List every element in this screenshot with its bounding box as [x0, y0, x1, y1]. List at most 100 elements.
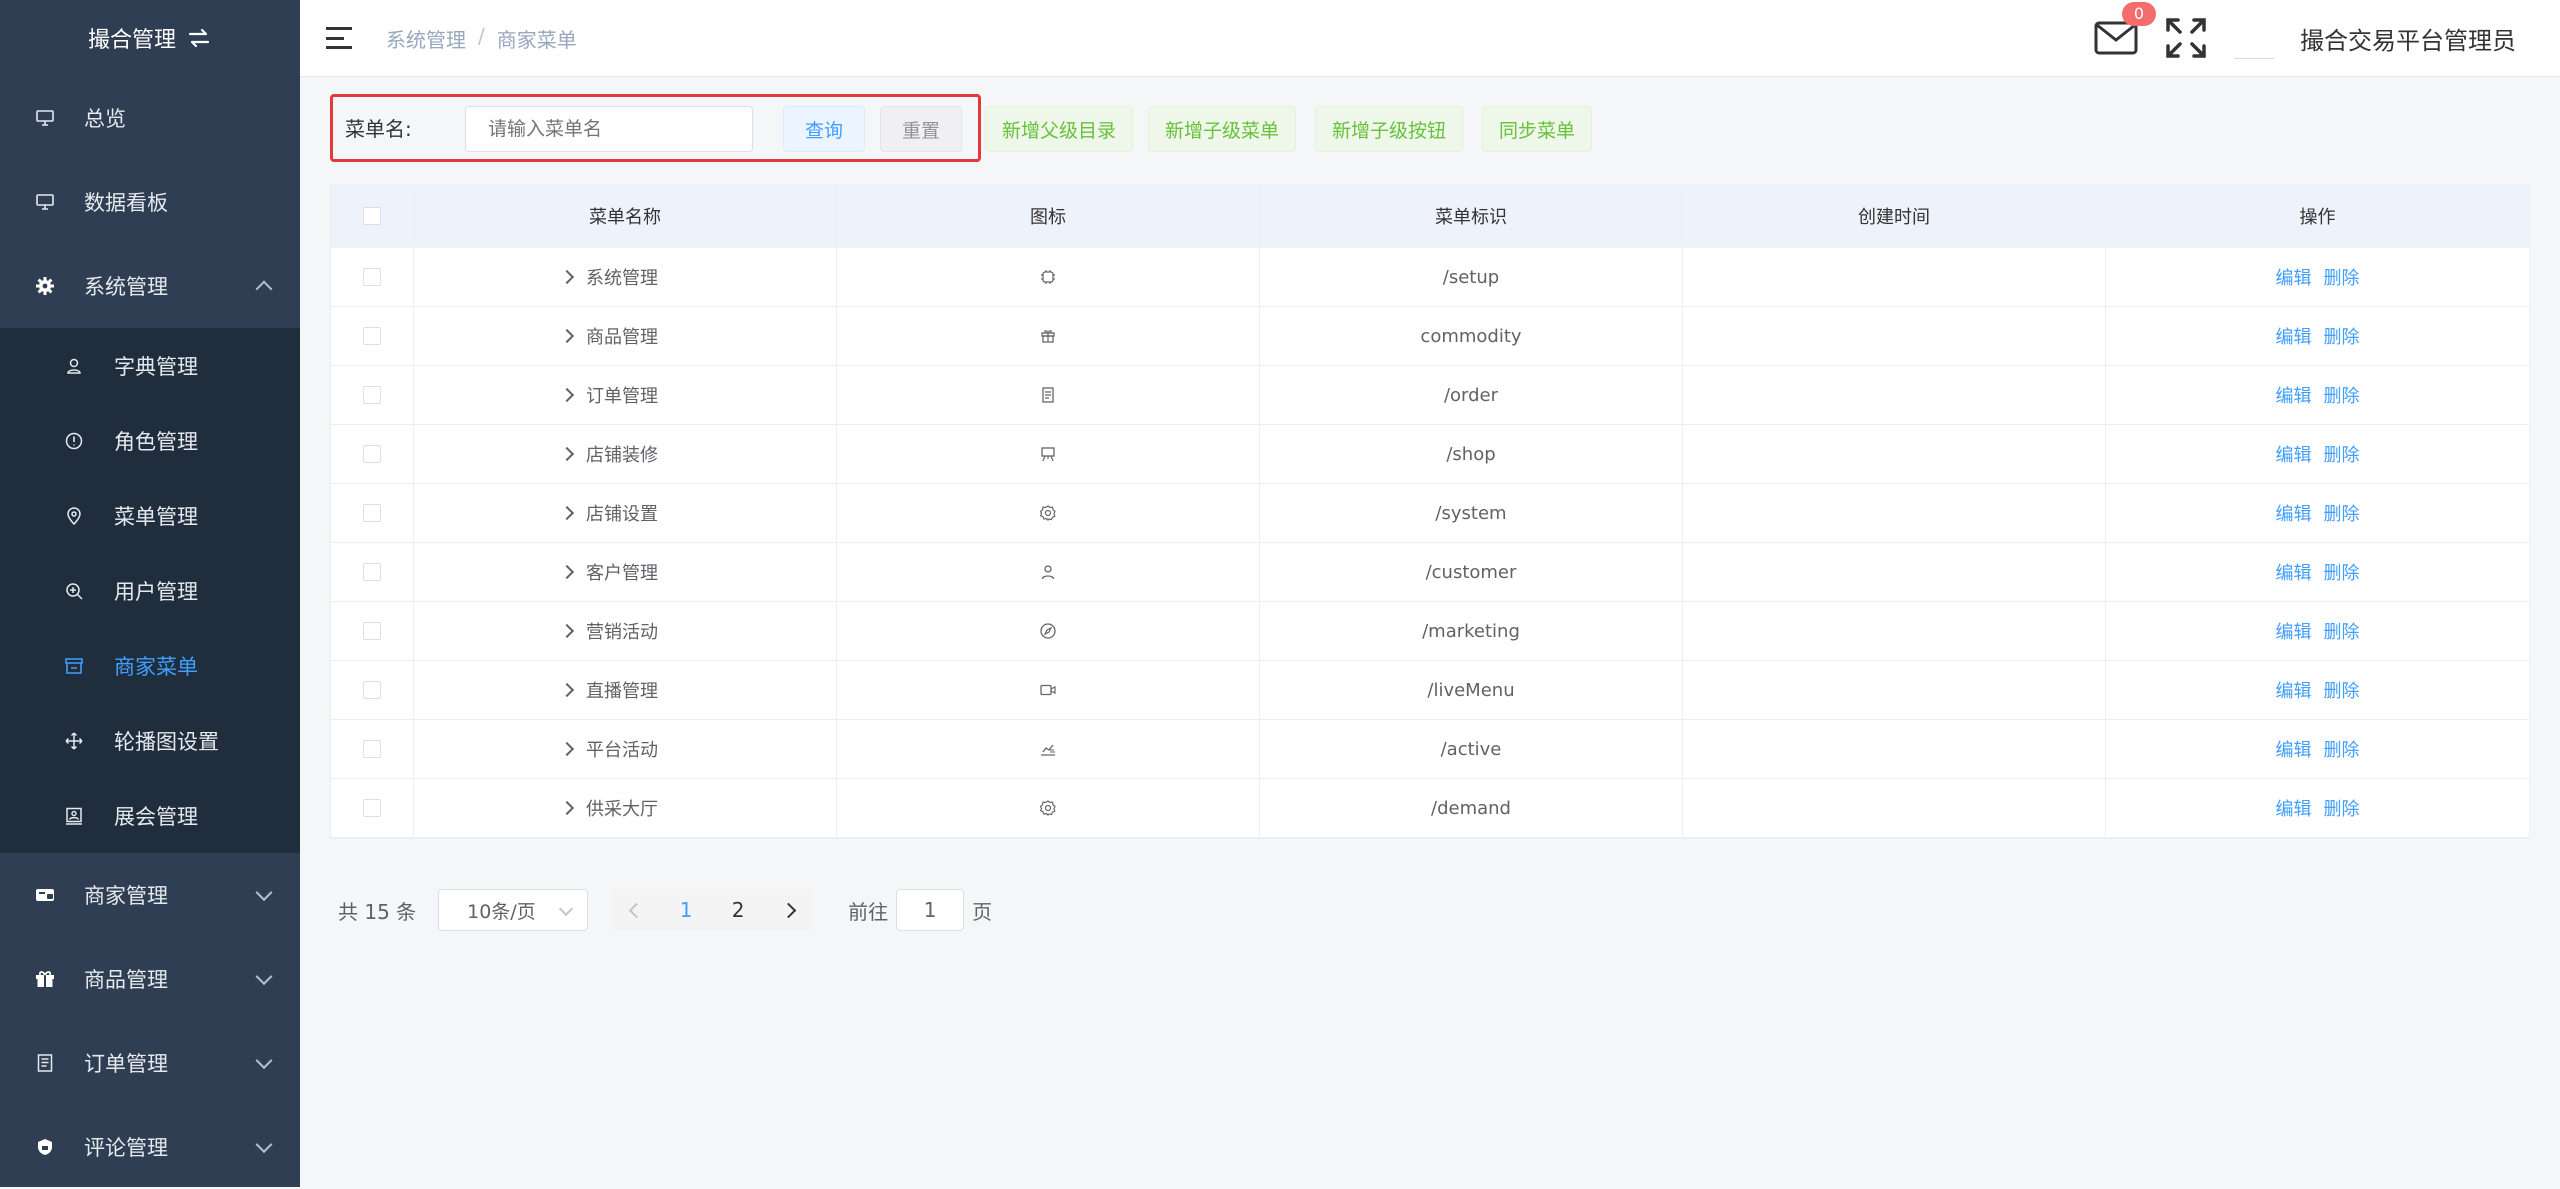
menu-toggle-icon[interactable]	[326, 27, 352, 49]
page-number-2[interactable]: 2	[712, 889, 765, 931]
edit-link[interactable]: 编辑	[2276, 736, 2312, 762]
expand-chevron-icon[interactable]	[559, 505, 575, 521]
row-checkbox[interactable]	[363, 563, 381, 581]
row-select-cell	[331, 602, 414, 660]
delete-link[interactable]: 删除	[2324, 382, 2360, 408]
edit-link[interactable]: 编辑	[2276, 323, 2312, 349]
sidebar-item-merchant-menu[interactable]: 商家菜单	[0, 628, 300, 703]
row-checkbox[interactable]	[363, 740, 381, 758]
created-time-cell	[1683, 602, 2106, 660]
edit-link[interactable]: 编辑	[2276, 795, 2312, 821]
breadcrumb: 系统管理 / 商家菜单	[386, 24, 577, 53]
menu-name-input[interactable]	[465, 106, 753, 152]
add-parent-directory-button[interactable]: 新增父级目录	[985, 106, 1134, 152]
edit-link[interactable]: 编辑	[2276, 382, 2312, 408]
mail-button[interactable]: 0	[2094, 2, 2156, 56]
delete-link[interactable]: 删除	[2324, 559, 2360, 585]
delete-link[interactable]: 删除	[2324, 795, 2360, 821]
edit-link[interactable]: 编辑	[2276, 500, 2312, 526]
page-size-select[interactable]: 10条/页	[438, 889, 589, 931]
reset-button[interactable]: 重置	[880, 106, 962, 152]
sidebar-item-reviews[interactable]: 评论管理	[0, 1105, 300, 1189]
delete-link[interactable]: 删除	[2324, 264, 2360, 290]
delete-link[interactable]: 删除	[2324, 323, 2360, 349]
sync-menu-button[interactable]: 同步菜单	[1482, 106, 1593, 152]
expand-chevron-icon[interactable]	[559, 741, 575, 757]
row-checkbox[interactable]	[363, 622, 381, 640]
select-all-checkbox[interactable]	[363, 207, 381, 225]
expand-chevron-icon[interactable]	[559, 328, 575, 344]
edit-link[interactable]: 编辑	[2276, 618, 2312, 644]
sidebar-item-overview[interactable]: 总览	[0, 76, 300, 160]
sidebar-item-orders[interactable]: 订单管理	[0, 1021, 300, 1105]
edit-link[interactable]: 编辑	[2276, 559, 2312, 585]
query-button[interactable]: 查询	[783, 106, 865, 152]
expand-chevron-icon[interactable]	[559, 387, 575, 403]
delete-link[interactable]: 删除	[2324, 736, 2360, 762]
switch-icon[interactable]	[186, 25, 212, 51]
sidebar-item-merchants[interactable]: 商家管理	[0, 853, 300, 937]
menu-name-wrap: 平台活动	[559, 736, 658, 762]
menu-name-cell: 系统管理	[414, 248, 837, 306]
sidebar-item-dictionary[interactable]: 字典管理	[0, 328, 300, 403]
row-checkbox[interactable]	[363, 327, 381, 345]
sidebar-item-carousel[interactable]: 轮播图设置	[0, 703, 300, 778]
delete-link[interactable]: 删除	[2324, 441, 2360, 467]
sidebar-item-exhibition[interactable]: 展会管理	[0, 778, 300, 853]
avatar[interactable]	[2234, 17, 2274, 59]
delete-link[interactable]: 删除	[2324, 618, 2360, 644]
chevron-down-icon	[255, 884, 273, 902]
edit-link[interactable]: 编辑	[2276, 264, 2312, 290]
info-circle-icon	[64, 431, 84, 451]
menu-key-cell: /shop	[1260, 425, 1683, 483]
fullscreen-icon[interactable]	[2164, 16, 2208, 60]
sidebar-item-label: 商品管理	[84, 968, 168, 992]
sidebar-item-dashboard[interactable]: 数据看板	[0, 160, 300, 244]
row-checkbox[interactable]	[363, 681, 381, 699]
expand-chevron-icon[interactable]	[559, 623, 575, 639]
edit-link[interactable]: 编辑	[2276, 677, 2312, 703]
expand-chevron-icon[interactable]	[559, 800, 575, 816]
goto-page-input[interactable]: 1	[896, 889, 965, 931]
row-checkbox[interactable]	[363, 386, 381, 404]
row-checkbox[interactable]	[363, 799, 381, 817]
breadcrumb-separator: /	[478, 23, 485, 48]
sidebar-item-roles[interactable]: 角色管理	[0, 403, 300, 478]
video-icon	[1039, 681, 1057, 699]
submenu-system: 字典管理 角色管理 菜单管理 用户管理 商家菜单 轮播图设置 展会管理	[0, 328, 300, 853]
row-select-cell	[331, 779, 414, 837]
row-checkbox[interactable]	[363, 445, 381, 463]
page-number-1[interactable]: 1	[660, 889, 713, 931]
cog-icon	[1039, 799, 1057, 817]
user-outline-icon	[64, 356, 84, 376]
next-page-button[interactable]	[764, 889, 813, 931]
add-child-menu-button[interactable]: 新增子级菜单	[1148, 106, 1297, 152]
delete-link[interactable]: 删除	[2324, 500, 2360, 526]
expand-chevron-icon[interactable]	[559, 564, 575, 580]
sidebar-item-products[interactable]: 商品管理	[0, 937, 300, 1021]
created-time-cell	[1683, 366, 2106, 424]
menu-name-wrap: 订单管理	[559, 382, 658, 408]
sidebar-item-system[interactable]: 系统管理	[0, 244, 300, 328]
table-row: 商品管理 commodity 编辑 删除	[331, 307, 2529, 366]
shop-icon	[64, 656, 84, 676]
row-select-cell	[331, 543, 414, 601]
prev-page-button[interactable]	[612, 889, 661, 931]
sidebar-item-users[interactable]: 用户管理	[0, 553, 300, 628]
sidebar-brand: 撮合管理	[0, 0, 300, 76]
breadcrumb-item[interactable]: 系统管理	[386, 24, 466, 53]
expand-chevron-icon[interactable]	[559, 446, 575, 462]
delete-link[interactable]: 删除	[2324, 677, 2360, 703]
expand-chevron-icon[interactable]	[559, 269, 575, 285]
chevron-down-icon	[559, 901, 574, 917]
row-checkbox[interactable]	[363, 268, 381, 286]
edit-link[interactable]: 编辑	[2276, 441, 2312, 467]
location-pin-icon	[64, 506, 84, 526]
add-child-button-button[interactable]: 新增子级按钮	[1315, 106, 1464, 152]
expand-chevron-icon[interactable]	[559, 682, 575, 698]
picture-icon	[64, 806, 84, 826]
menu-name-wrap: 供采大厅	[559, 795, 658, 821]
username[interactable]: 撮合交易平台管理员	[2300, 21, 2516, 56]
sidebar-item-menus[interactable]: 菜单管理	[0, 478, 300, 553]
row-checkbox[interactable]	[363, 504, 381, 522]
